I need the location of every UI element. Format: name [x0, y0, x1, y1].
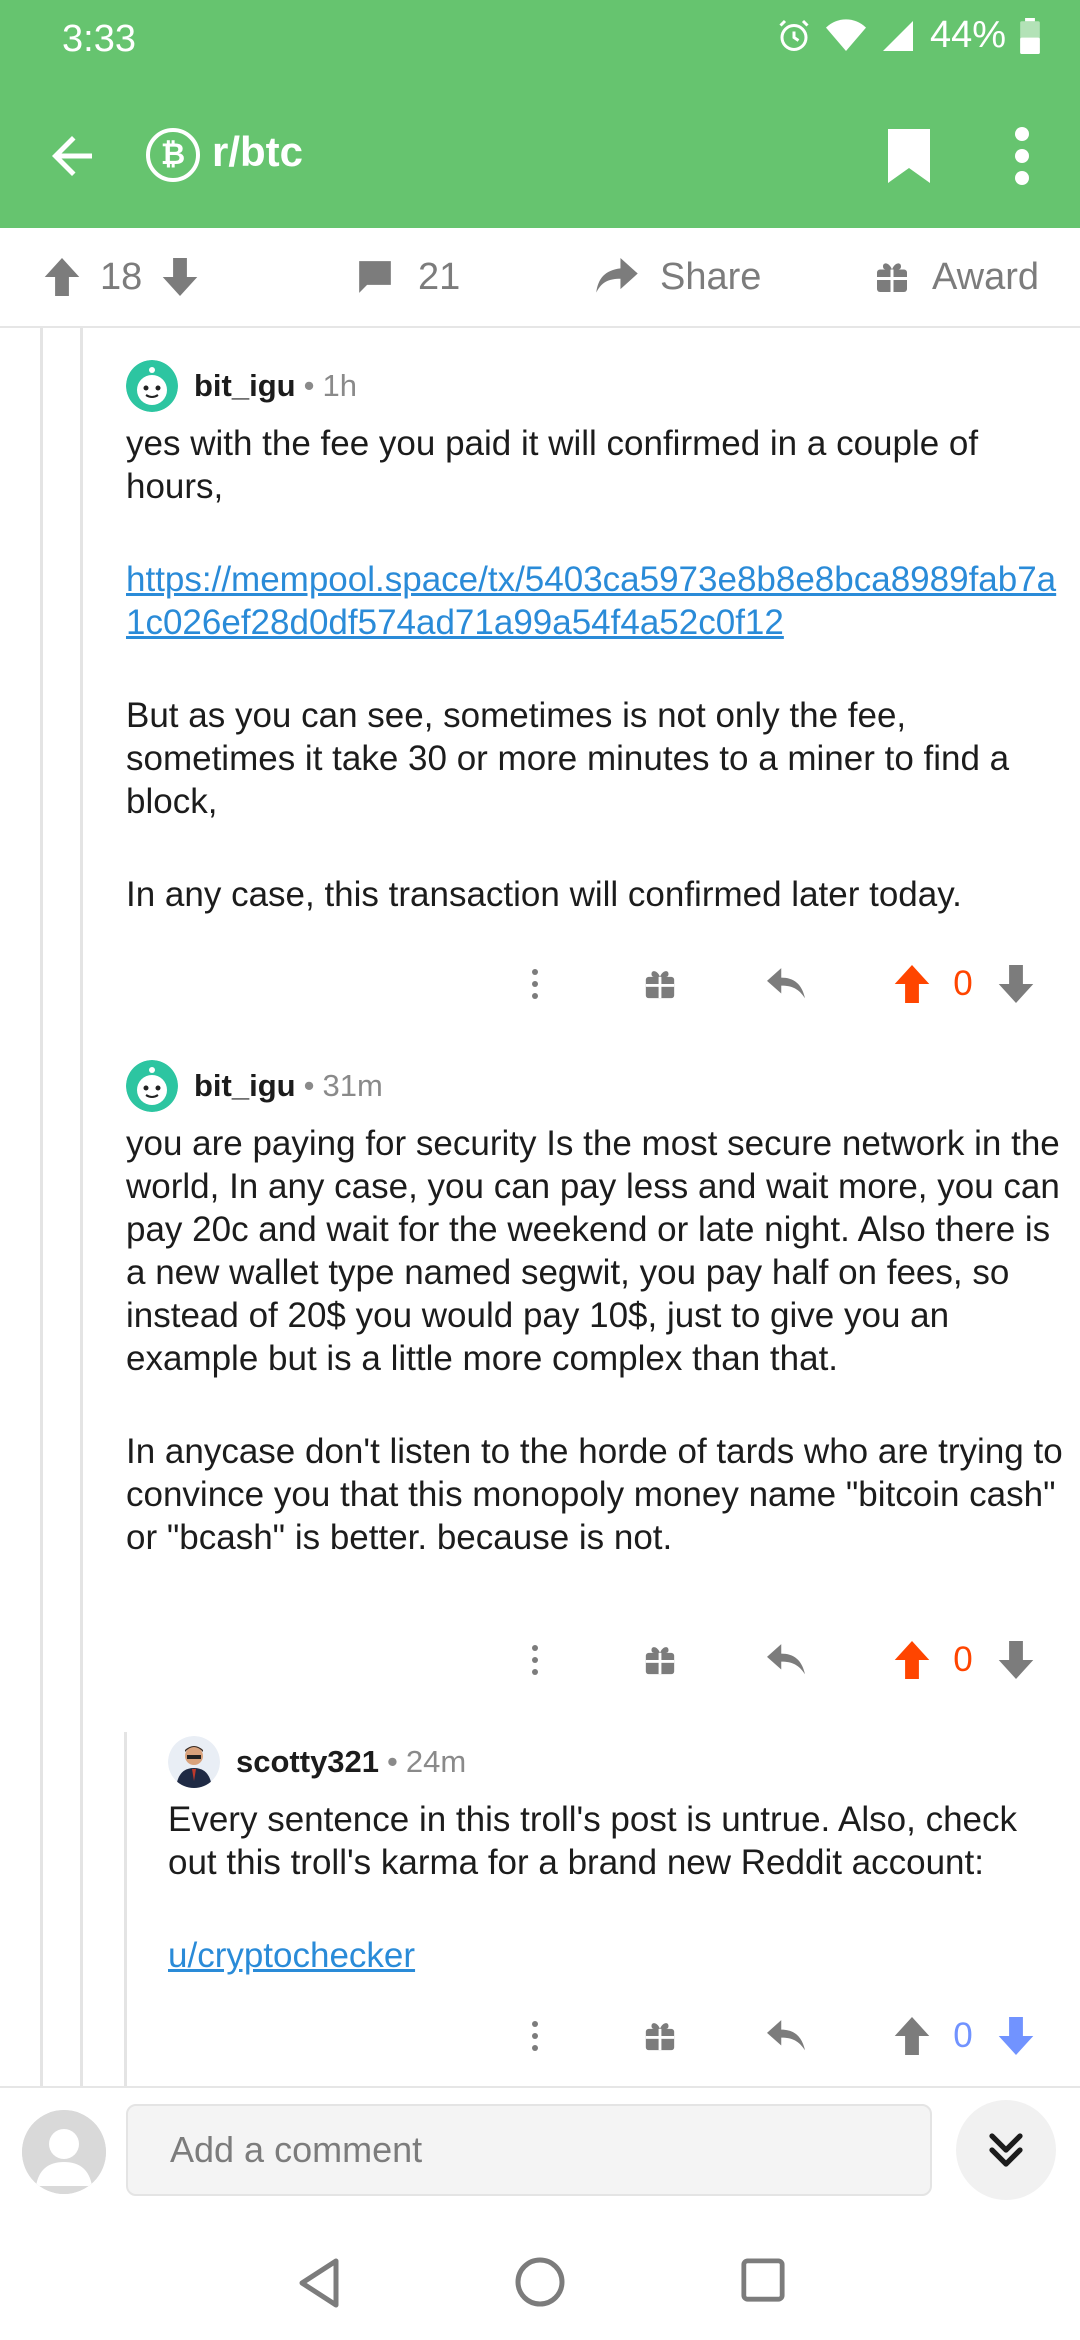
comment-actions: 0: [0, 954, 1080, 1014]
wifi-icon: [825, 18, 866, 51]
comment: bit_igu • 1h yes with the fee you paid i…: [126, 358, 1066, 916]
system-nav-bar: [0, 2226, 1080, 2340]
comment-count: 21: [418, 255, 461, 298]
upvote-icon[interactable]: [44, 258, 80, 296]
comment-paragraph: But as you can see, sometimes is not onl…: [126, 696, 1010, 821]
comment-composer: Add a comment: [0, 2086, 1080, 2228]
collapse-button[interactable]: [956, 2100, 1056, 2200]
separator-dot: •: [303, 368, 315, 403]
comment-link[interactable]: https://mempool.space/tx/5403ca5973e8b8e…: [126, 560, 1056, 642]
gift-icon[interactable]: [640, 2006, 680, 2066]
comment-age: 1h: [322, 368, 357, 403]
downvote-icon[interactable]: [162, 258, 198, 296]
share-button[interactable]: Share: [596, 228, 761, 326]
award-button[interactable]: Award: [874, 228, 1039, 326]
comment-paragraph: yes with the fee you paid it will confir…: [126, 424, 979, 506]
thread-line: [40, 328, 43, 2086]
comment-actions: 0: [0, 1630, 1080, 1690]
reply-icon[interactable]: [766, 2006, 806, 2066]
downvote-icon[interactable]: [996, 2006, 1036, 2066]
alarm-icon: [779, 19, 809, 51]
comment-paragraph: Every sentence in this troll's post is u…: [168, 1800, 1018, 1882]
comment-paragraph: you are paying for security Is the most …: [126, 1124, 1060, 1378]
gift-icon: [877, 263, 907, 292]
more-vert-icon[interactable]: [520, 954, 550, 1014]
user-avatar-icon[interactable]: [22, 2110, 106, 2194]
separator-dot: •: [387, 1744, 398, 1779]
avatar[interactable]: [126, 360, 178, 412]
downvote-icon[interactable]: [996, 954, 1036, 1014]
comment-score: 0: [953, 964, 973, 1003]
bitcoin-glyph: ₿: [160, 138, 186, 171]
comment-paragraph: In any case, this transaction will confi…: [126, 875, 962, 914]
comment-author[interactable]: scotty321: [236, 1744, 379, 1780]
status-bar: 3:33 44%: [0, 0, 1080, 80]
gift-icon[interactable]: [640, 1630, 680, 1690]
more-vert-icon[interactable]: [520, 2006, 550, 2066]
comment-age: 24m: [405, 1744, 467, 1779]
more-vert-icon[interactable]: [1006, 126, 1038, 186]
thread-line: [80, 328, 83, 2086]
status-time: 3:33: [62, 18, 136, 60]
battery-percent: 44%: [929, 14, 1006, 56]
bookmark-icon[interactable]: [888, 128, 930, 184]
comment-body: yes with the fee you paid it will confir…: [126, 422, 1066, 916]
gift-icon[interactable]: [640, 954, 680, 1014]
upvote-icon[interactable]: [892, 2006, 932, 2066]
comment-author[interactable]: bit_igu: [194, 1068, 296, 1104]
comment: bit_igu • 31m you are paying for securit…: [126, 1058, 1066, 1559]
nav-back-icon[interactable]: [296, 2256, 344, 2310]
comment-actions: 0: [0, 2006, 1080, 2066]
comment-header: bit_igu • 31m: [126, 1058, 1066, 1114]
reply-icon[interactable]: [766, 954, 806, 1014]
comment-age: 31m: [322, 1068, 383, 1103]
comment-header: scotty321 • 24m: [168, 1734, 1068, 1790]
comment-score: 0: [953, 2016, 973, 2055]
comment-icon: [359, 261, 391, 293]
bitcoin-icon[interactable]: ₿: [146, 128, 200, 182]
separator-dot: •: [303, 1068, 315, 1103]
comment-body: you are paying for security Is the most …: [126, 1122, 1066, 1559]
collapse-icon: [989, 2133, 1023, 2167]
subreddit-name[interactable]: r/btc: [212, 128, 303, 176]
comments-button[interactable]: 21: [356, 228, 460, 326]
comment-author[interactable]: bit_igu: [194, 368, 296, 404]
top-app-bar: 3:33 44% ₿ r/btc: [0, 0, 1080, 228]
status-icons: 44%: [776, 14, 1040, 57]
post-action-bar: 18 21 Share Award: [0, 228, 1080, 328]
upvote-icon[interactable]: [892, 1630, 932, 1690]
app-bar: ₿ r/btc: [0, 100, 1080, 210]
award-label: Award: [932, 255, 1040, 298]
comment-input[interactable]: Add a comment: [126, 2104, 932, 2196]
comment-paragraph: In anycase don't listen to the horde of …: [126, 1432, 1063, 1557]
signal-icon: [882, 20, 913, 51]
more-vert-icon[interactable]: [520, 1630, 550, 1690]
comment-link[interactable]: u/cryptochecker: [168, 1936, 415, 1975]
battery-icon: [1020, 17, 1040, 54]
downvote-icon[interactable]: [996, 1630, 1036, 1690]
back-arrow-icon[interactable]: [40, 126, 104, 186]
share-label: Share: [660, 255, 762, 298]
comment-score: 0: [953, 1640, 973, 1679]
share-icon: [596, 258, 638, 293]
comment: scotty321 • 24m Every sentence in this t…: [168, 1734, 1068, 1977]
comment-header: bit_igu • 1h: [126, 358, 1066, 414]
avatar[interactable]: [168, 1736, 220, 1788]
avatar[interactable]: [126, 1060, 178, 1112]
post-score: 18: [100, 255, 143, 298]
comment-body: Every sentence in this troll's post is u…: [168, 1798, 1068, 1977]
vote-group: 18: [44, 228, 198, 326]
nav-recents-icon[interactable]: [740, 2256, 786, 2304]
reply-icon[interactable]: [766, 1630, 806, 1690]
nav-home-icon[interactable]: [514, 2256, 566, 2308]
upvote-icon[interactable]: [892, 954, 932, 1014]
